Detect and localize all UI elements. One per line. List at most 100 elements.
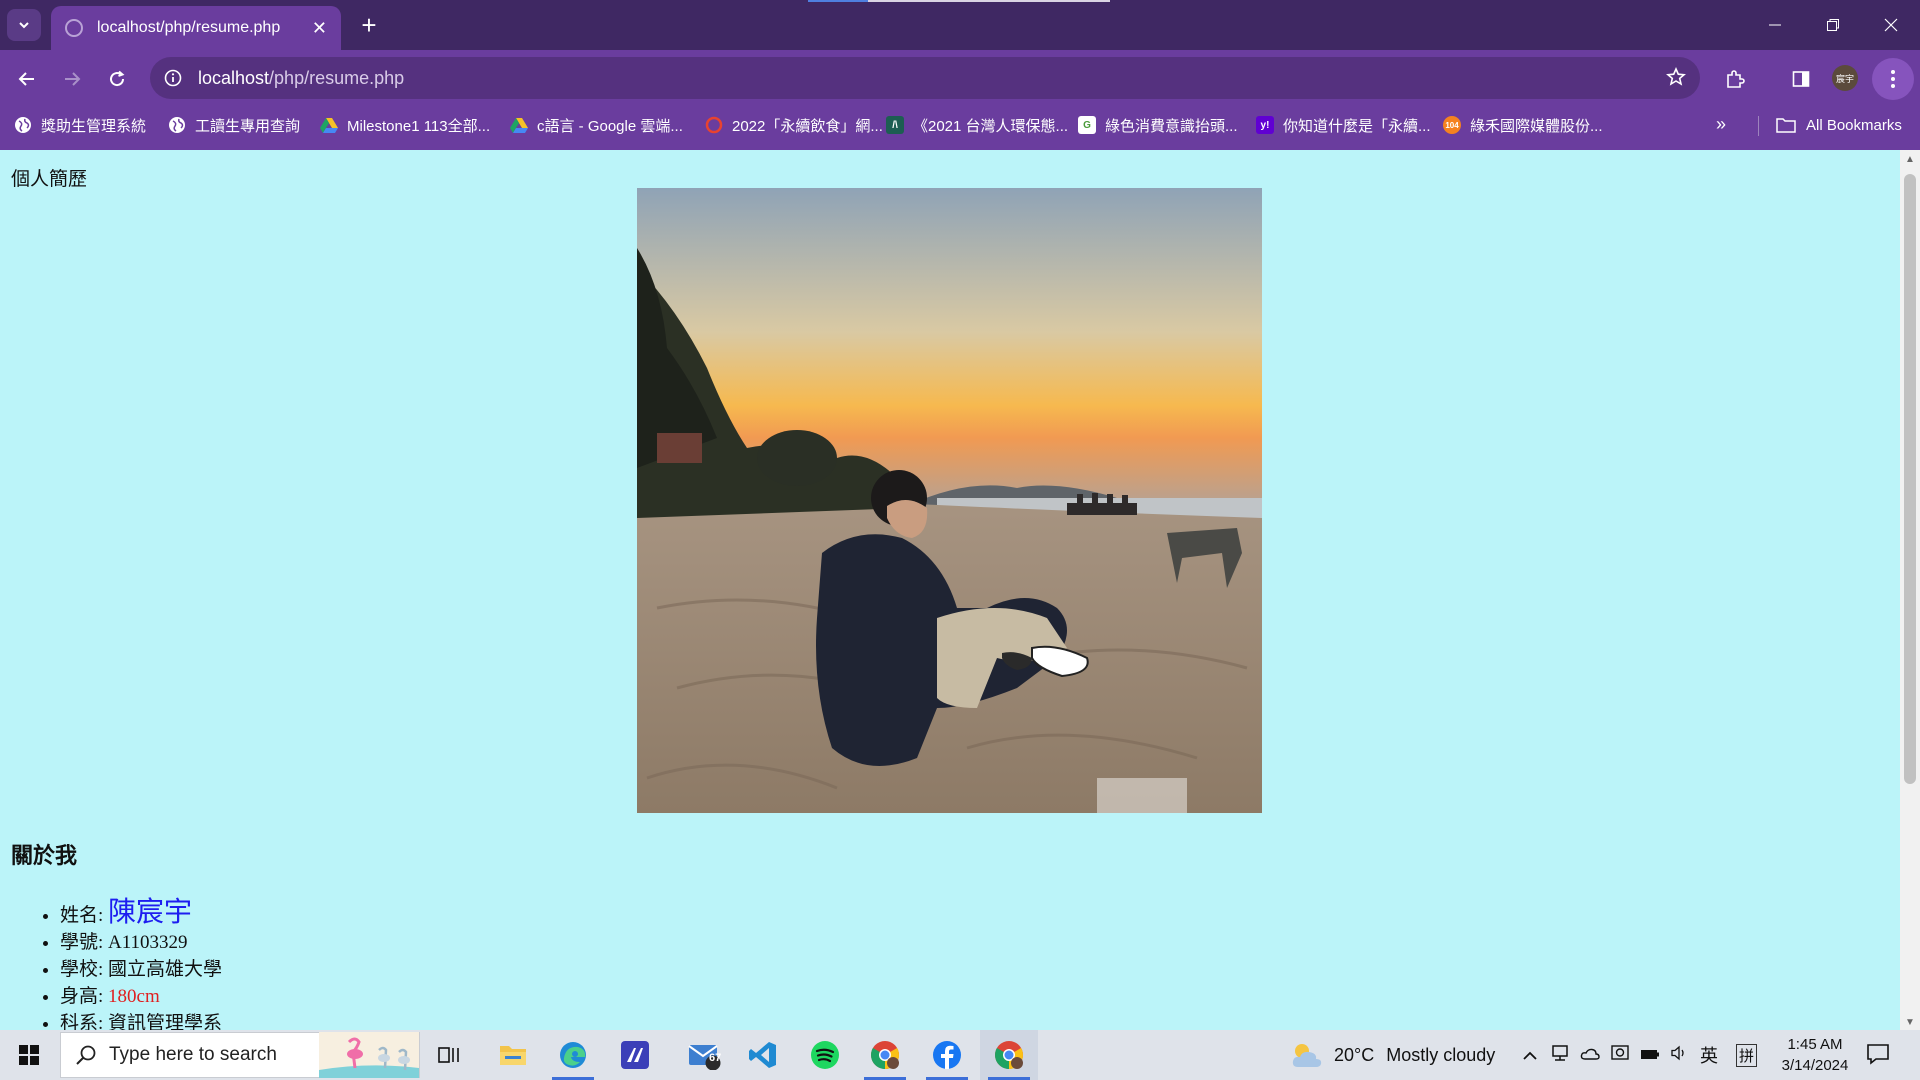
school-value: 國立高雄大學 bbox=[108, 959, 223, 980]
list-item: 科系: 資訊管理學系 bbox=[60, 1010, 222, 1030]
bookmark-item[interactable]: 工讀生專用查詢 bbox=[168, 106, 300, 144]
weather-description: Mostly cloudy bbox=[1386, 1044, 1496, 1065]
forward-button[interactable] bbox=[55, 62, 89, 96]
page-viewport: 個人簡歷 關於我 • 姓名: 陳宸宇 • 學號: A1103329 • 學校: … bbox=[0, 150, 1900, 1030]
taskbar-search-box[interactable]: Type here to search bbox=[60, 1032, 420, 1078]
ime-language-indicator[interactable]: 英 bbox=[1700, 1042, 1718, 1068]
page-scrollbar[interactable]: ▲ ▼ bbox=[1900, 150, 1920, 1030]
bookmark-item[interactable]: /\ 《2021 台灣人環保態... bbox=[886, 106, 1068, 144]
windows-taskbar: Type here to search 67 20°C Mostly cloud… bbox=[0, 1030, 1920, 1080]
bookmark-item[interactable]: Milestone1 113全部... bbox=[320, 106, 490, 144]
back-button[interactable] bbox=[10, 62, 44, 96]
notification-center-button[interactable] bbox=[1866, 1043, 1890, 1070]
info-label: 姓名: bbox=[60, 905, 109, 926]
browser-menu-button[interactable] bbox=[1872, 58, 1914, 100]
folder-icon bbox=[500, 1046, 526, 1065]
side-panel-button[interactable] bbox=[1784, 62, 1818, 96]
chrome-profile-button[interactable] bbox=[856, 1030, 914, 1080]
clock-time: 1:45 AM bbox=[1787, 1036, 1843, 1053]
all-bookmarks-label: All Bookmarks bbox=[1806, 116, 1902, 134]
scroll-down-arrow-icon[interactable]: ▼ bbox=[1904, 1017, 1916, 1028]
tab-close-icon[interactable]: ✕ bbox=[312, 18, 327, 39]
file-explorer-button[interactable] bbox=[484, 1030, 542, 1080]
info-label: 學號: bbox=[60, 932, 109, 953]
weather-widget[interactable]: 20°C Mostly cloudy bbox=[1290, 1030, 1495, 1080]
ime-mode-indicator[interactable]: 拼 bbox=[1736, 1043, 1758, 1067]
flamingo-search-highlight-icon bbox=[319, 1032, 419, 1078]
arrow-left-icon bbox=[18, 72, 34, 86]
bookmark-item[interactable]: 104 綠禾國際媒體股份... bbox=[1443, 106, 1603, 144]
system-tray-icons: 英 拼 bbox=[1522, 1030, 1758, 1080]
bookmark-label: 工讀生專用查詢 bbox=[195, 117, 301, 135]
task-view-button[interactable] bbox=[420, 1030, 478, 1080]
bookmarks-overflow-icon[interactable]: » bbox=[1716, 114, 1726, 135]
reload-button[interactable] bbox=[100, 62, 134, 96]
start-button[interactable] bbox=[0, 1030, 58, 1080]
bookmark-item[interactable]: G 綠色消費意識抬頭... bbox=[1078, 106, 1238, 144]
scrollbar-thumb[interactable] bbox=[1904, 174, 1916, 784]
security-icon[interactable] bbox=[1610, 1044, 1630, 1067]
tab-search-button[interactable] bbox=[7, 9, 41, 41]
all-bookmarks-button[interactable]: All Bookmarks bbox=[1776, 106, 1902, 144]
section-heading-about: 關於我 bbox=[11, 844, 78, 869]
vscode-icon bbox=[749, 1042, 776, 1068]
bookmark-star-icon[interactable] bbox=[1666, 67, 1686, 92]
vscode-button[interactable] bbox=[734, 1030, 792, 1080]
more-vert-icon bbox=[1891, 70, 1895, 88]
windows-logo-icon bbox=[19, 1045, 39, 1065]
bookmark-label: 《2021 台灣人環保態... bbox=[913, 117, 1069, 135]
page-title: 個人簡歷 bbox=[11, 168, 88, 190]
chevron-up-icon[interactable] bbox=[1522, 1045, 1538, 1066]
list-item: 身高: 180cm bbox=[60, 983, 222, 1010]
bookmark-label: Milestone1 113全部... bbox=[347, 117, 491, 135]
network-icon[interactable] bbox=[1550, 1044, 1570, 1067]
bookmark-label: 綠禾國際媒體股份... bbox=[1470, 117, 1603, 135]
battery-icon[interactable] bbox=[1640, 1045, 1660, 1066]
list-item: 學校: 國立高雄大學 bbox=[60, 956, 222, 983]
close-window-button[interactable] bbox=[1862, 0, 1920, 50]
address-bar[interactable]: localhost/php/resume.php bbox=[150, 57, 1700, 99]
code-app-button[interactable] bbox=[606, 1030, 664, 1080]
bookmark-item[interactable]: y! 你知道什麼是「永續... bbox=[1256, 106, 1431, 144]
profile-avatar[interactable]: 宸宇 bbox=[1832, 65, 1858, 91]
yahoo-icon: y! bbox=[1256, 116, 1274, 134]
bookmark-item[interactable]: 獎助生管理系統 bbox=[14, 106, 146, 144]
page-load-indicator bbox=[808, 0, 868, 2]
site-info-icon[interactable] bbox=[162, 67, 184, 89]
bookmarks-divider bbox=[1758, 116, 1759, 136]
bookmark-item[interactable]: c語言 - Google 雲端... bbox=[510, 106, 683, 144]
bookmark-item[interactable]: 2022「永續飲食」網... bbox=[705, 106, 883, 144]
minimize-button[interactable] bbox=[1746, 0, 1804, 50]
minimize-icon bbox=[1769, 24, 1781, 26]
new-tab-button[interactable]: + bbox=[352, 8, 386, 42]
info-label: 身高: bbox=[60, 986, 109, 1007]
mail-unread-badge: 67 bbox=[709, 1052, 722, 1064]
height-value: 180cm bbox=[108, 986, 160, 1007]
bookmarks-bar: 獎助生管理系統 工讀生專用查詢 Milestone1 113全部... c語言 … bbox=[0, 106, 1920, 150]
taskbar-clock[interactable]: 1:45 AM 3/14/2024 bbox=[1760, 1034, 1870, 1076]
spotify-icon bbox=[811, 1041, 839, 1069]
onedrive-cloud-icon[interactable] bbox=[1580, 1045, 1600, 1066]
extensions-button[interactable] bbox=[1718, 62, 1752, 96]
url-host: localhost bbox=[198, 67, 270, 88]
google-drive-icon bbox=[320, 116, 338, 134]
chrome-active-button[interactable] bbox=[980, 1030, 1038, 1080]
edge-icon bbox=[560, 1042, 586, 1068]
list-item: 姓名: 陳宸宇 bbox=[60, 898, 222, 929]
restore-button[interactable] bbox=[1804, 0, 1862, 50]
browser-tab-active[interactable]: localhost/php/resume.php ✕ bbox=[51, 6, 341, 50]
edge-browser-button[interactable] bbox=[544, 1030, 602, 1080]
logo-104-icon: 104 bbox=[1443, 116, 1461, 134]
scroll-up-arrow-icon[interactable]: ▲ bbox=[1904, 154, 1916, 165]
profile-info-list: 姓名: 陳宸宇 學號: A1103329 學校: 國立高雄大學 身高: 180c… bbox=[60, 898, 222, 1031]
mail-app-button[interactable]: 67 bbox=[676, 1030, 734, 1080]
speaker-icon[interactable] bbox=[1670, 1045, 1688, 1066]
facebook-button[interactable] bbox=[918, 1030, 976, 1080]
url-path: /php/resume.php bbox=[269, 67, 405, 88]
spotify-button[interactable] bbox=[796, 1030, 854, 1080]
bookmark-label: 綠色消費意識抬頭... bbox=[1105, 117, 1238, 135]
globe-icon bbox=[14, 116, 32, 134]
info-label: 學校: bbox=[60, 959, 109, 980]
department-value: 資訊管理學系 bbox=[108, 1013, 223, 1030]
clock-date: 3/14/2024 bbox=[1781, 1057, 1849, 1074]
